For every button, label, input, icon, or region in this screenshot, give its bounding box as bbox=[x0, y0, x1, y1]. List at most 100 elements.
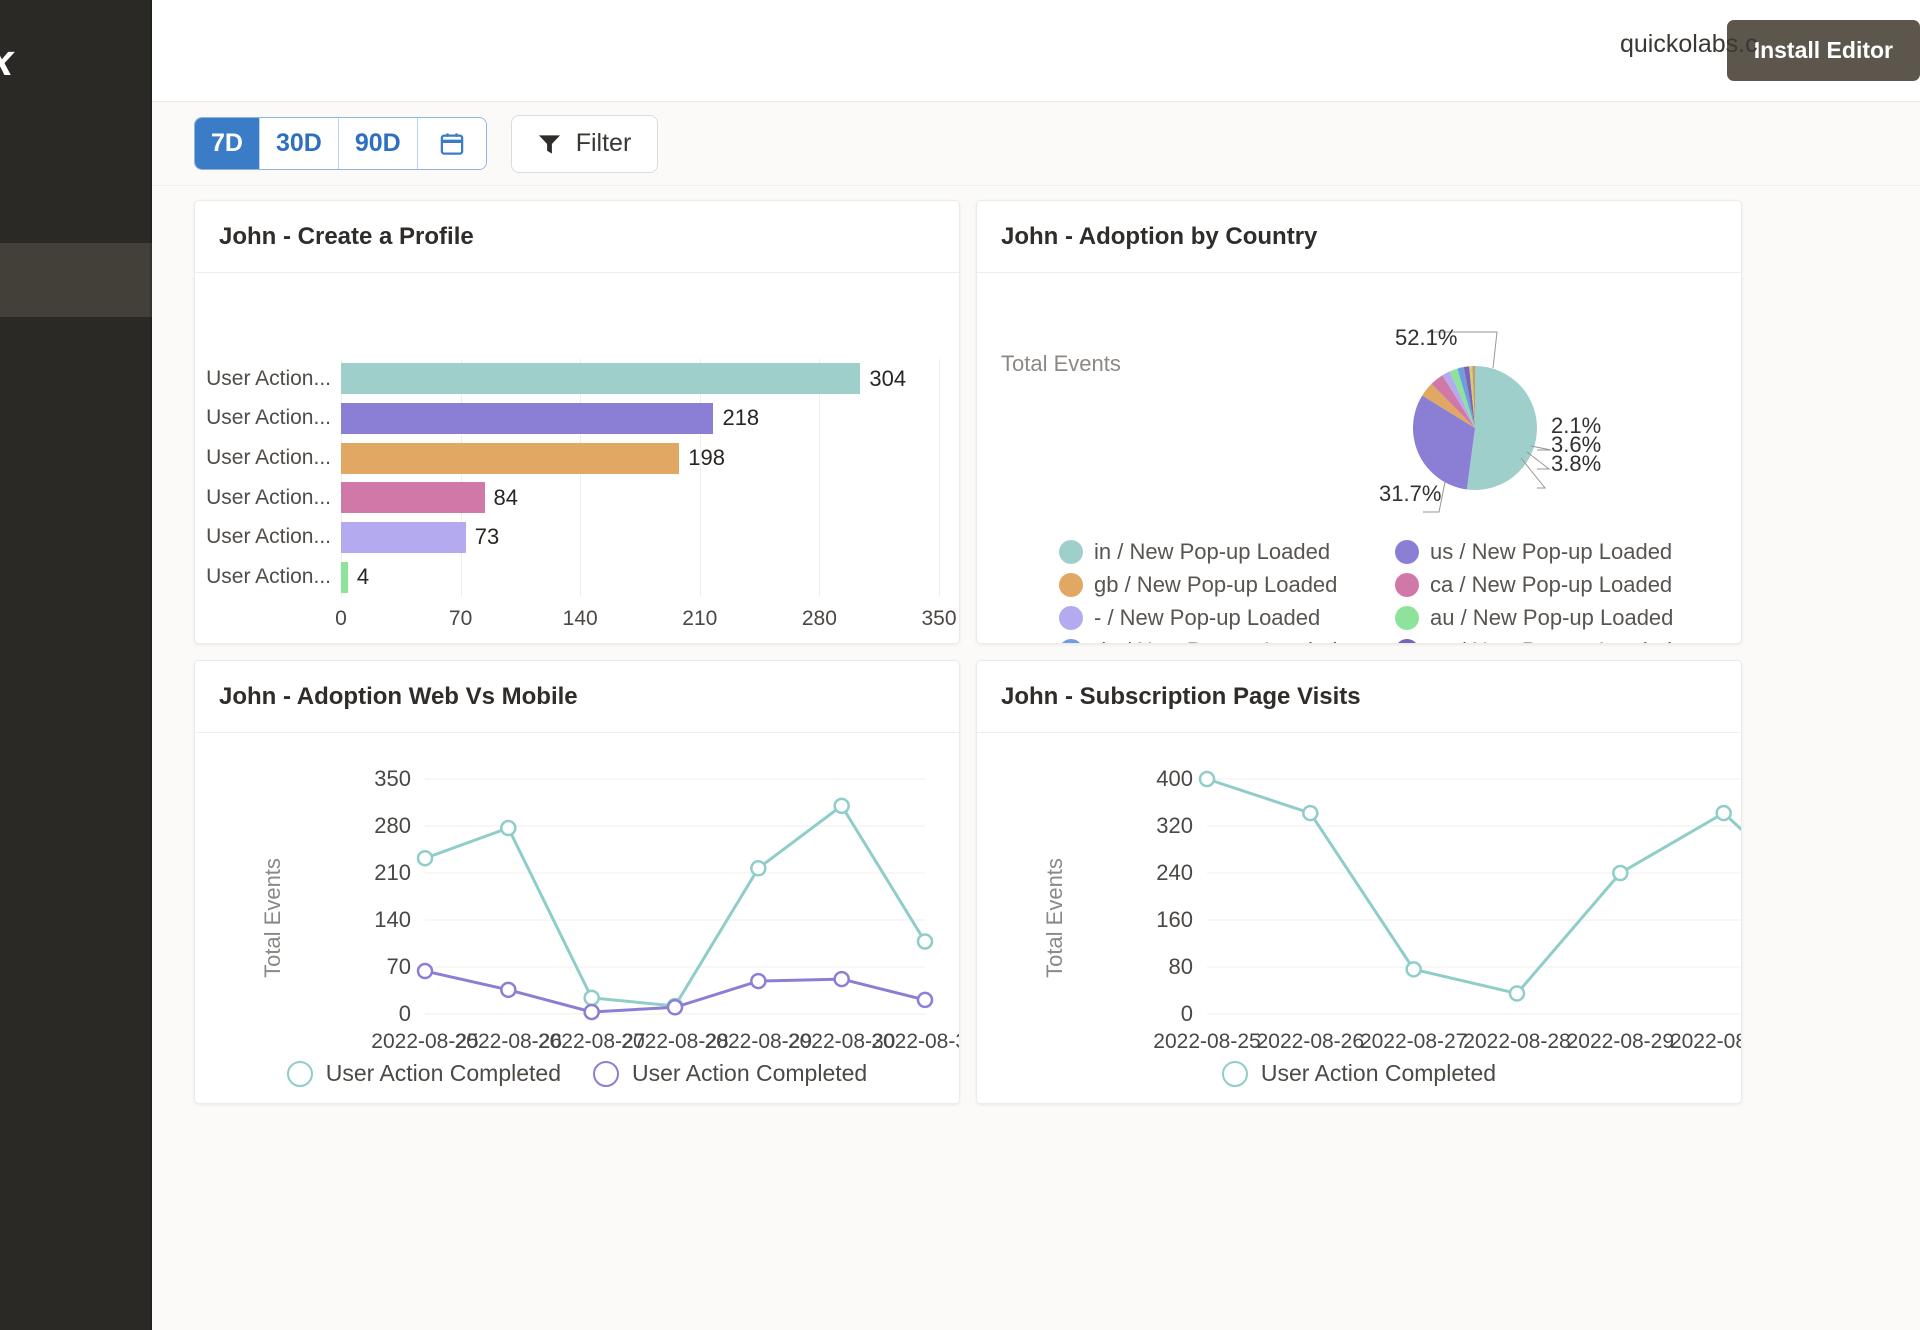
legend-item[interactable]: za / New Pop-up Loaded bbox=[1395, 638, 1731, 643]
grid-line bbox=[939, 359, 940, 597]
legend-item[interactable]: au / New Pop-up Loaded bbox=[1395, 605, 1731, 631]
calendar-icon bbox=[440, 133, 463, 155]
data-point[interactable] bbox=[750, 860, 767, 877]
data-point[interactable] bbox=[916, 933, 934, 950]
bar-value-label: 198 bbox=[688, 445, 726, 471]
app-logo: fix bbox=[0, 36, 13, 86]
card-header: John - Adoption by Country bbox=[977, 201, 1741, 273]
bar[interactable] bbox=[341, 521, 466, 553]
legend-label: - / New Pop-up Loaded bbox=[1094, 605, 1321, 630]
bar-row[interactable]: User Action... 84 bbox=[206, 478, 939, 518]
bar-category-label: User Action... bbox=[206, 525, 331, 549]
data-point[interactable] bbox=[1302, 804, 1319, 822]
bar[interactable] bbox=[341, 363, 861, 395]
bar-category-label: User Action... bbox=[206, 366, 331, 390]
data-point[interactable] bbox=[666, 999, 684, 1016]
y-axis-tick: 160 bbox=[1156, 907, 1193, 932]
legend-label: au / New Pop-up Loaded bbox=[1430, 605, 1674, 630]
data-point[interactable] bbox=[1508, 985, 1526, 1002]
line-chart: Total Events User Action Completed User A… bbox=[195, 733, 959, 1103]
bar-row[interactable]: User Action... 73 bbox=[206, 518, 939, 558]
card-adoption-web-vs-mobile: John - Adoption Web Vs Mobile Total Even… bbox=[194, 660, 960, 1104]
x-axis-tick: 280 bbox=[801, 607, 837, 630]
range-7d-button[interactable]: 7D bbox=[195, 118, 260, 169]
data-point[interactable] bbox=[416, 962, 434, 980]
range-90d-button[interactable]: 90D bbox=[338, 118, 418, 169]
bar[interactable] bbox=[341, 561, 348, 593]
bar-row[interactable]: User Action... 4 bbox=[206, 557, 939, 597]
data-point[interactable] bbox=[916, 991, 934, 1009]
card-body: Total Events User Action Completed User A… bbox=[195, 733, 959, 1103]
pie-slice[interactable] bbox=[1466, 366, 1537, 490]
y-axis-tick: 350 bbox=[374, 766, 411, 791]
bar-value-label: 84 bbox=[493, 484, 518, 510]
bar-plot-area: 0 70 140 210 280 350 User Action... 304 User Act… bbox=[206, 359, 957, 630]
card-adoption-by-country: John - Adoption by Country Total Events … bbox=[976, 200, 1742, 644]
x-axis-tick: 70 bbox=[448, 607, 473, 630]
x-axis-tick: 350 bbox=[921, 607, 957, 630]
data-point[interactable] bbox=[1198, 770, 1216, 788]
legend-label: de / New Pop-up Loaded bbox=[1094, 638, 1337, 643]
y-axis-tick: 0 bbox=[398, 1001, 411, 1026]
top-header: Install Editor quickolabs.c bbox=[152, 0, 1920, 102]
line-series bbox=[1206, 777, 1741, 996]
card-body: 0 70 140 210 280 350 User Action... 304 User Act… bbox=[195, 273, 959, 643]
y-axis-tick: 400 bbox=[1156, 766, 1193, 791]
pie-percentage-label: 3.8% bbox=[1551, 451, 1602, 476]
bar[interactable] bbox=[341, 402, 714, 434]
bar-category-label: User Action... bbox=[206, 406, 331, 430]
sidebar-item-active[interactable]: s bbox=[0, 243, 152, 317]
legend-item[interactable]: de / New Pop-up Loaded bbox=[1059, 638, 1395, 643]
pie-leader-line bbox=[1526, 451, 1551, 470]
legend-item[interactable]: ca / New Pop-up Loaded bbox=[1395, 572, 1731, 598]
bar[interactable] bbox=[341, 482, 485, 514]
pie-chart: Total Events in / New Pop-up Loaded us / … bbox=[977, 273, 1741, 643]
pie-leader-line bbox=[1530, 445, 1552, 451]
legend-item[interactable]: gb / New Pop-up Loaded bbox=[1059, 572, 1395, 598]
bar[interactable] bbox=[341, 442, 680, 474]
x-axis-tick: 2022-08-26 bbox=[1256, 1030, 1365, 1053]
card-body: Total Events User Action Completed 0 80 16… bbox=[977, 733, 1741, 1103]
funnel-icon bbox=[538, 134, 560, 154]
legend-color-dot bbox=[1059, 540, 1083, 564]
bar-row[interactable]: User Action... 304 bbox=[206, 359, 939, 399]
y-axis-tick: 140 bbox=[374, 907, 411, 932]
legend-label: za / New Pop-up Loaded bbox=[1430, 638, 1672, 643]
data-point[interactable] bbox=[833, 797, 850, 815]
bar-category-label: User Action... bbox=[206, 446, 331, 470]
data-point[interactable] bbox=[583, 1003, 600, 1021]
card-header: John - Create a Profile bbox=[195, 201, 959, 273]
legend-color-dot bbox=[1395, 540, 1419, 564]
data-point[interactable] bbox=[833, 970, 850, 988]
data-point[interactable] bbox=[1405, 961, 1422, 978]
data-point[interactable] bbox=[500, 819, 517, 837]
legend-item[interactable]: - / New Pop-up Loaded bbox=[1059, 605, 1395, 631]
x-axis-tick: 140 bbox=[562, 607, 598, 630]
calendar-picker-button[interactable] bbox=[417, 118, 486, 169]
data-point[interactable] bbox=[750, 972, 767, 990]
legend-color-dot bbox=[1395, 606, 1419, 630]
data-point[interactable] bbox=[1612, 864, 1629, 882]
range-30d-button[interactable]: 30D bbox=[259, 118, 339, 169]
bar-value-label: 73 bbox=[474, 524, 500, 550]
legend-label: gb / New Pop-up Loaded bbox=[1094, 572, 1338, 597]
y-axis-tick: 240 bbox=[1156, 860, 1193, 885]
dashboard-page: fix s Install Editor quickolabs.c 7D 30D… bbox=[0, 0, 1920, 1330]
data-point[interactable] bbox=[416, 849, 434, 867]
bar-row[interactable]: User Action... 198 bbox=[206, 438, 939, 478]
data-point[interactable] bbox=[583, 989, 600, 1007]
main-content: Install Editor quickolabs.c 7D 30D 90D F… bbox=[152, 0, 1920, 1330]
bar-value-label: 304 bbox=[869, 365, 907, 391]
account-domain: quickolabs.c bbox=[1620, 30, 1758, 58]
data-point[interactable] bbox=[1715, 804, 1732, 822]
filter-button[interactable]: Filter bbox=[510, 114, 659, 173]
legend-color-dot bbox=[1395, 639, 1419, 643]
legend-color-dot bbox=[1395, 573, 1419, 597]
bar-category-label: User Action... bbox=[206, 485, 331, 509]
date-range-segmented-control: 7D 30D 90D bbox=[194, 117, 487, 170]
x-axis-tick: 2022-08-30 bbox=[1669, 1030, 1741, 1053]
bar-row[interactable]: User Action... 218 bbox=[206, 399, 939, 439]
bar-chart: 0 70 140 210 280 350 User Action... 304 User Act… bbox=[195, 273, 959, 643]
x-axis-tick: 2022-08-25 bbox=[1153, 1030, 1261, 1053]
data-point[interactable] bbox=[500, 981, 517, 999]
